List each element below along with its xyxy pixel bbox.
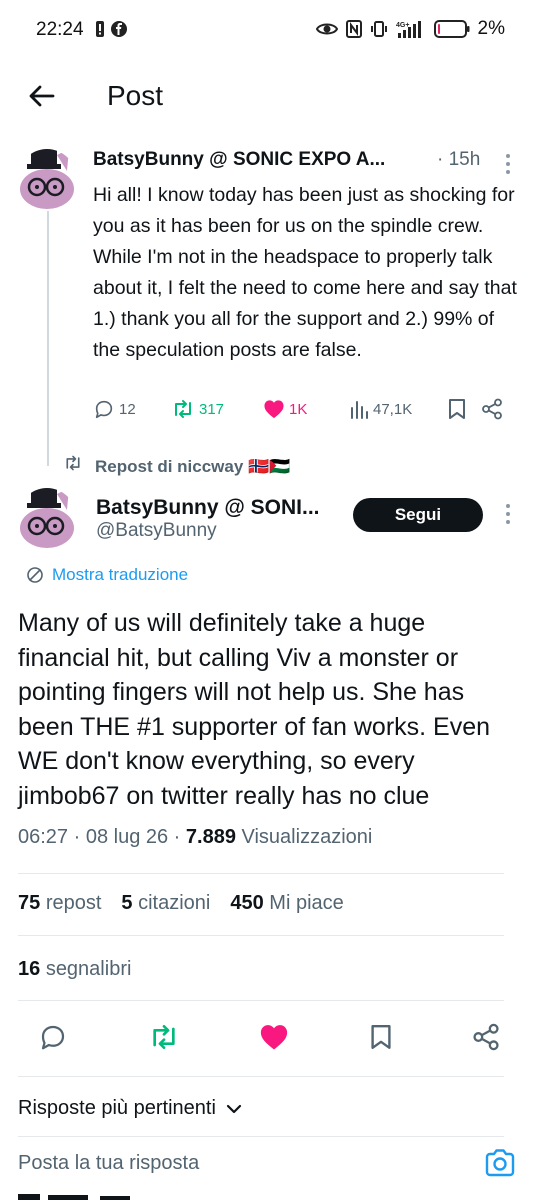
translate-icon [27,567,43,583]
back-arrow-icon [29,85,55,107]
back-button[interactable] [26,80,58,112]
post-text: Many of us will definitely take a huge f… [18,609,491,810]
status-time: 22:24 [36,19,84,40]
heart-icon [260,1025,288,1050]
signal-icon: 4G+ [396,21,421,38]
reply-icon [41,1025,65,1050]
bookmark-icon [449,399,465,419]
reply-icon [95,400,113,419]
eye-icon [315,23,338,35]
follow-button[interactable]: Segui [353,498,483,532]
action-bar: 12 317 1K 47,1K [93,398,513,420]
battery-icon [433,20,470,38]
status-right: 4G+ 2% [315,18,505,40]
share-button[interactable] [472,1023,500,1051]
repost-label-icon [62,454,84,472]
share-button[interactable] [481,398,503,420]
like-count: 1K [289,400,308,418]
status-left-icons [95,21,127,37]
page-title: Post [107,80,164,111]
chevron-down-icon [226,1104,241,1113]
next-reply-preview [18,1188,168,1200]
views-count: 47,1K [373,400,413,418]
divider [18,935,504,936]
views-count: 7.889 [185,826,236,848]
reply-button[interactable]: 12 [93,398,171,420]
views-icon [351,401,368,419]
replies-sort-label: Risposte più pertinenti [18,1097,216,1119]
replies-sort-dropdown[interactable]: Risposte più pertinenti [18,1097,242,1120]
reply-button[interactable] [38,1022,68,1052]
camera-icon [485,1149,515,1177]
views-button[interactable]: 47,1K [349,399,447,419]
alert-icon [96,21,104,37]
display-name[interactable]: BatsyBunny @ SONIC EXPO A... [93,149,385,171]
thread-line [47,211,49,466]
divider [18,1076,504,1077]
reposts-stat[interactable]: 75 repost [18,892,101,915]
bookmarks-stat[interactable]: 16 segnalibri [18,958,131,981]
repost-button[interactable] [148,1022,180,1052]
repost-button[interactable]: 317 [171,398,263,420]
reply-count: 12 [119,400,136,418]
translate-link[interactable]: Mostra traduzione [26,565,188,585]
avatar[interactable] [17,149,77,211]
more-icon[interactable] [503,504,513,524]
post-time: · 15h [437,149,481,170]
engagement-stats: 75 repost 5 citazioni 450 Mi piace [18,892,344,915]
facebook-icon [111,21,127,37]
likes-stat[interactable]: 450 Mi piace [230,892,343,915]
nfc-icon [345,20,362,38]
repost-label[interactable]: Repost di niccway 🇳🇴🇵🇸 [95,457,290,477]
quotes-stat[interactable]: 5 citazioni [121,892,210,915]
share-icon [482,398,502,420]
svg-text:4G+: 4G+ [396,22,409,29]
more-icon[interactable] [503,154,513,174]
avatar[interactable] [17,488,77,550]
battery-percent: 2% [477,18,505,39]
post-date: 06:27 · 08 lug 26 · [18,826,186,848]
bookmark-button[interactable] [369,1023,393,1051]
repost-icon [152,1025,175,1049]
bookmark-icon [370,1025,391,1049]
post-meta: 06:27 · 08 lug 26 · 7.889 Visualizzazion… [18,826,372,849]
repost-count: 317 [199,400,225,418]
divider [18,1000,504,1001]
heart-icon [264,400,284,419]
repost-icon [175,400,191,418]
camera-button[interactable] [484,1148,516,1178]
translate-label: Mostra traduzione [52,565,189,584]
display-name[interactable]: BatsyBunny @ SONI... [96,496,320,520]
reply-input[interactable] [18,1152,458,1175]
share-icon [473,1023,499,1051]
user-handle[interactable]: @BatsyBunny [96,520,217,542]
bookmark-button[interactable] [447,398,481,420]
views-label: Visualizzazioni [235,826,373,848]
divider [18,1136,504,1137]
like-button[interactable]: 1K [263,399,349,419]
main-action-bar [38,1022,500,1052]
divider [18,873,504,874]
like-button[interactable] [259,1023,289,1051]
post-text: Hi all! I know today has been just as sh… [93,184,517,361]
vibrate-icon [370,21,387,37]
